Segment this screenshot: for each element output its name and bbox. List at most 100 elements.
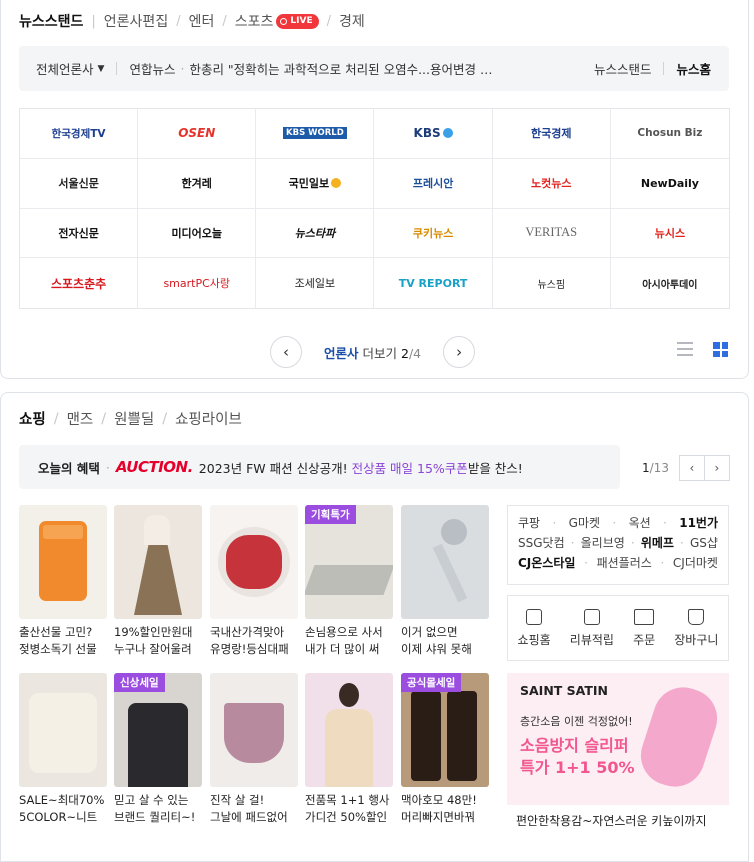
press-logo[interactable]: OSEN	[138, 109, 257, 159]
tab-separator: /	[222, 13, 227, 29]
tab-mens[interactable]: 맨즈	[67, 408, 94, 429]
product-image	[305, 673, 393, 787]
product-card[interactable]: 기획특가 손님용으로 사서 내가 더 많이 써	[305, 505, 393, 658]
mall-link[interactable]: 쿠팡	[518, 513, 540, 533]
mall-link[interactable]: GS샵	[690, 533, 718, 553]
press-logo[interactable]: 서울신문	[20, 158, 139, 209]
product-image	[19, 673, 107, 787]
press-logo[interactable]: 조세일보	[256, 258, 375, 308]
ticker-headline[interactable]: 한총리 "정확히는 과학적으로 처리된 오염수...용어변경 검...	[189, 59, 499, 78]
product-card[interactable]: 진작 살 걸! 그날에 패드없어	[210, 673, 298, 826]
press-logo[interactable]: KBS	[374, 109, 493, 159]
product-card[interactable]: 공식몰세일 맥아호모 48만! 머리빠지면바꿔	[401, 673, 489, 826]
press-logo[interactable]: 한국경제TV	[20, 109, 139, 159]
product-card[interactable]: 이거 없으면 이제 샤워 못해	[401, 505, 489, 658]
tab-separator: /	[326, 13, 331, 29]
press-logo[interactable]: 프레시안	[374, 158, 493, 209]
press-logo[interactable]: 뉴스핌	[493, 258, 611, 308]
banner-caption[interactable]: 편안한착용감~자연스러운 키높이까지	[516, 812, 707, 829]
product-image	[210, 673, 298, 787]
press-logo[interactable]: Chosun Biz	[610, 109, 729, 159]
tab-press-edit[interactable]: 언론사편집	[104, 11, 168, 31]
all-press-dropdown[interactable]: 전체언론사 ▼	[36, 59, 104, 78]
benefit-next-button[interactable]: ›	[703, 455, 730, 481]
pager-label: 언론사	[324, 345, 359, 361]
mall-link[interactable]: 옥션	[629, 513, 651, 533]
press-pager: ‹ 언론사 더보기 2/4 ›	[270, 336, 476, 368]
press-logo[interactable]: 노컷뉴스	[492, 158, 611, 209]
mall-link[interactable]: G마켓	[569, 513, 600, 533]
press-logo[interactable]: 아시아투데이	[611, 258, 729, 308]
product-caption: SALE~최대70%↓ 5COLOR~니트	[19, 793, 107, 824]
press-logo[interactable]: 스포츠춘추	[20, 258, 139, 308]
news-home-link[interactable]: 뉴스홈	[676, 59, 711, 78]
product-card[interactable]: 출산선물 고민? 젖병소독기 선물	[19, 505, 107, 658]
product-card[interactable]: 전품목 1+1 행사 가디건 50%할인	[305, 673, 393, 826]
tab-separator: |	[91, 13, 96, 29]
tab-oneplusdeal[interactable]: 원쁠딜	[114, 408, 154, 429]
press-logo[interactable]: 국민일보	[256, 158, 375, 209]
press-logo[interactable]: 한겨레	[138, 158, 257, 209]
product-image	[114, 505, 202, 619]
newsstand-link[interactable]: 뉴스스탠드	[594, 59, 652, 78]
press-logo[interactable]: smartPC사랑	[138, 258, 257, 308]
press-logo[interactable]: KBS WORLD	[256, 109, 375, 159]
tab-sports[interactable]: 스포츠	[235, 11, 274, 31]
tab-shopping[interactable]: 쇼핑	[19, 408, 46, 429]
orders-button[interactable]: 주문	[633, 608, 655, 648]
live-badge[interactable]: LIVE	[276, 13, 319, 29]
benefit-prev-button[interactable]: ‹	[678, 455, 705, 481]
mall-link[interactable]: 패션플러스	[597, 553, 652, 573]
tab-entertainment[interactable]: 엔터	[189, 11, 215, 31]
mall-link[interactable]: CJ온스타일	[518, 553, 575, 573]
tab-newsstand[interactable]: 뉴스스탠드	[19, 11, 83, 31]
product-caption: 손님용으로 사서 내가 더 많이 써	[305, 625, 383, 656]
product-card[interactable]: SALE~최대70%↓ 5COLOR~니트	[19, 673, 107, 826]
press-logo[interactable]: VERITAS	[492, 208, 611, 259]
ticker-source[interactable]: 연합뉴스	[129, 59, 175, 78]
shopping-home-button[interactable]: 쇼핑홈	[518, 608, 551, 648]
product-card[interactable]: 국내산가격맞아 유명랑!등심대패	[210, 505, 298, 658]
mall-link[interactable]: 위메프	[641, 533, 674, 553]
press-logo[interactable]: TV REPORT	[374, 258, 493, 308]
mall-link[interactable]: 11번가	[679, 513, 718, 533]
mall-link[interactable]: 올리브영	[581, 533, 625, 553]
press-logo[interactable]: 한국경제	[492, 109, 611, 159]
today-benefit-bar[interactable]: 오늘의 혜택 · AUCTION. 2023년 FW 패션 신상공개! 전상품 …	[19, 445, 620, 489]
product-card[interactable]: 19%할인만원대 누구나 잘어울려	[114, 505, 202, 658]
product-image: 공식몰세일	[401, 673, 489, 787]
cart-button[interactable]: 장바구니	[674, 608, 718, 648]
product-caption: 출산선물 고민? 젖병소독기 선물	[19, 625, 97, 656]
review-points-button[interactable]: 리뷰적립	[570, 608, 614, 648]
tab-separator: /	[53, 410, 59, 427]
tab-separator: /	[162, 410, 168, 427]
mall-link[interactable]: CJ더마켓	[673, 553, 718, 573]
press-logo[interactable]: 뉴시스	[610, 209, 729, 259]
prev-page-button[interactable]: ‹	[270, 336, 302, 368]
press-logo[interactable]: NewDaily	[610, 159, 729, 209]
press-logo[interactable]: 뉴스타파	[256, 208, 375, 259]
shopping-tab-bar: 쇼핑 / 맨즈 / 원쁠딜 / 쇼핑라이브	[19, 408, 242, 429]
tab-economy[interactable]: 경제	[339, 11, 365, 31]
benefit-page: 1	[642, 461, 650, 475]
list-view-icon[interactable]	[677, 342, 693, 356]
mall-link[interactable]: SSG닷컴	[518, 533, 565, 553]
dot-separator: ·	[105, 459, 110, 475]
shopping-bag-icon	[526, 608, 543, 625]
press-logo[interactable]: 쿠키뉴스	[374, 208, 493, 259]
product-card[interactable]: 신상세일 믿고 살 수 있는 브랜드 퀄리티~!	[114, 673, 202, 826]
ad-banner[interactable]: SAINT SATIN 층간소음 이젠 걱정없어! 소음방지 슬리퍼 특가 1+1…	[507, 673, 729, 805]
press-logo[interactable]: 미디어오늘	[138, 208, 257, 259]
news-ticker: 전체언론사 ▼ 연합뉴스 · 한총리 "정확히는 과학적으로 처리된 오염수...…	[19, 46, 729, 91]
grid-view-icon[interactable]	[713, 342, 728, 357]
next-page-button[interactable]: ›	[443, 336, 476, 368]
benefit-text: 2023년 FW 패션 신상공개!	[198, 460, 348, 476]
caret-down-icon: ▼	[97, 63, 105, 74]
banner-subtitle: 층간소음 이젠 걱정없어!	[520, 715, 633, 728]
live-icon	[280, 17, 288, 25]
divider	[116, 62, 118, 75]
chevron-left-icon: ‹	[283, 343, 289, 361]
press-logo[interactable]: 전자신문	[20, 208, 139, 259]
tab-shopping-live[interactable]: 쇼핑라이브	[175, 408, 242, 429]
basket-icon	[688, 608, 705, 625]
